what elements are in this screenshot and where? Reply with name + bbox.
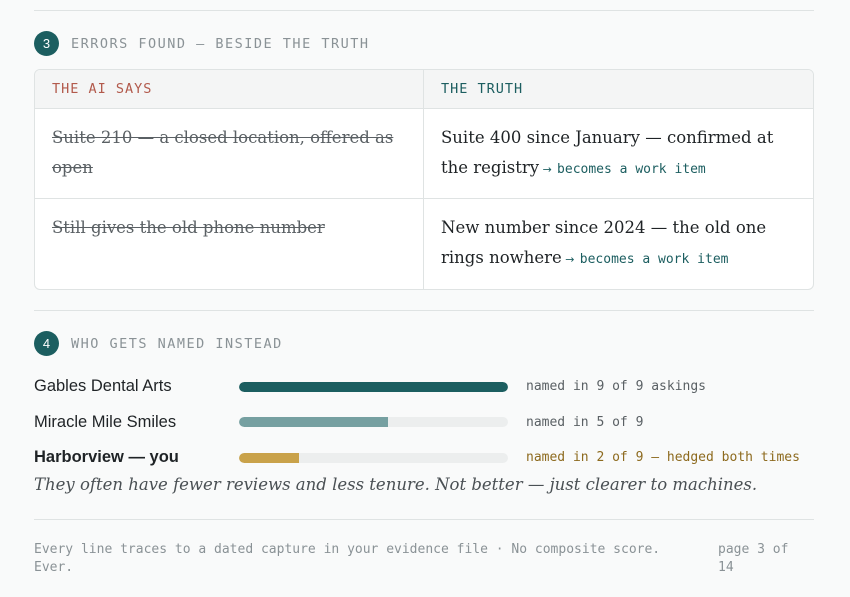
competitor-row-you: Harborview — you named in 2 of 9 — hedge… — [34, 440, 824, 476]
section-title: ERRORS FOUND — BESIDE THE TRUTH — [71, 35, 370, 52]
column-header-truth: THE TRUTH — [441, 81, 524, 97]
ai-claim-cell: Suite 210 — a closed location, offered a… — [35, 109, 424, 198]
section-number-badge: 4 — [34, 331, 59, 356]
column-header-ai-says: THE AI SAYS — [35, 70, 424, 108]
competitor-row: Gables Dental Arts named in 9 of 9 askin… — [34, 369, 824, 405]
ai-claim-cell: Still gives the old phone number — [35, 199, 424, 289]
top-divider — [34, 10, 814, 11]
table-row: Suite 210 — a closed location, offered a… — [35, 109, 813, 199]
competitor-name: Miracle Mile Smiles — [34, 412, 177, 431]
page-number: page 3 of 14 — [718, 542, 789, 575]
section-number-badge: 3 — [34, 31, 59, 56]
mention-count: named in 2 of 9 — hedged both times — [526, 450, 800, 466]
mention-bar-fill — [239, 417, 389, 428]
footer-divider — [34, 519, 814, 520]
mention-bar-fill — [239, 381, 508, 392]
competitor-name: Gables Dental Arts — [34, 377, 172, 396]
mention-bar-track — [239, 381, 508, 392]
mention-bar-track — [239, 452, 508, 463]
table-row: Still gives the old phone number New num… — [35, 199, 813, 289]
competitor-name: Harborview — you — [34, 448, 179, 467]
insight-quote: They often have fewer reviews and less t… — [34, 475, 758, 494]
mention-bar-track — [239, 417, 508, 428]
errors-table: THE AI SAYS THE TRUTH Suite 210 — a clos… — [34, 69, 814, 290]
section-3-header: 3 ERRORS FOUND — BESIDE THE TRUTH — [34, 31, 369, 56]
truth-cell: Suite 400 since January — confirmed at t… — [424, 109, 813, 198]
table-header: THE AI SAYS THE TRUTH — [35, 70, 813, 109]
mention-bar-fill — [239, 452, 299, 463]
arrow-right-icon: → — [561, 253, 575, 266]
footer-note: Every line traces to a dated capture in … — [34, 542, 661, 575]
section-divider — [34, 310, 814, 311]
arrow-right-icon: → — [539, 163, 552, 176]
mention-count: named in 9 of 9 askings — [526, 379, 707, 395]
section-4-header: 4 WHO GETS NAMED INSTEAD — [34, 331, 283, 356]
section-title: WHO GETS NAMED INSTEAD — [71, 335, 283, 352]
work-item-link[interactable]: becomes a work item — [580, 252, 729, 267]
mention-count: named in 5 of 9 — [526, 414, 644, 430]
truth-cell: New number since 2024 — the old one ring… — [424, 199, 813, 289]
work-item-link[interactable]: becomes a work item — [557, 162, 706, 177]
competitor-row: Miracle Mile Smiles named in 5 of 9 — [34, 405, 824, 441]
competitor-bars: Gables Dental Arts named in 9 of 9 askin… — [34, 369, 824, 476]
